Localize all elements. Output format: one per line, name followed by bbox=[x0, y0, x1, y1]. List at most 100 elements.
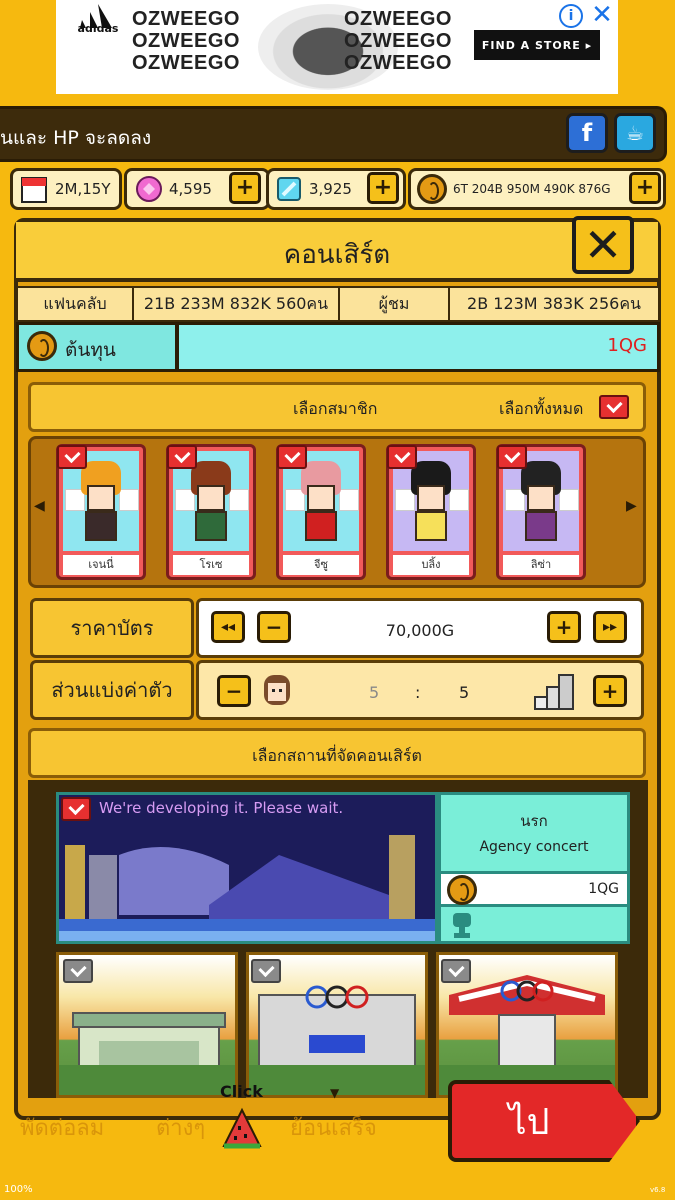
gold-value: 6T 204B 950M 490K 876G bbox=[453, 182, 611, 196]
member-checkbox[interactable] bbox=[497, 445, 527, 469]
version-label: v6.8 bbox=[650, 1186, 666, 1194]
carousel-left-arrow-icon[interactable]: ◀ bbox=[34, 498, 45, 514]
member-face bbox=[307, 485, 335, 511]
share-separator: : bbox=[415, 683, 421, 702]
viewers-value: 2B 123M 383K 256คน bbox=[448, 286, 660, 322]
member-card[interactable]: โรเซ bbox=[166, 444, 256, 580]
member-name: จีซู bbox=[283, 555, 359, 575]
member-name: โรเซ bbox=[173, 555, 249, 575]
bottom-tab-1[interactable]: พัดต่อลม bbox=[20, 1110, 104, 1145]
blue-gem-icon bbox=[277, 177, 301, 201]
page-title: คอนเสิร์ต bbox=[283, 240, 391, 270]
select-all-checkbox[interactable] bbox=[599, 395, 629, 419]
ticket-price-box: ◂◂ − 70,000G + ▸▸ bbox=[196, 598, 644, 658]
pink-gem-icon bbox=[136, 176, 162, 202]
member-select-title: เลือกสมาชิก bbox=[293, 399, 378, 418]
member-face-icon bbox=[264, 675, 290, 705]
cost-row: ต้นทุน 1QG bbox=[16, 322, 660, 372]
venue-main-card[interactable]: We're developing it. Please wait. bbox=[56, 792, 438, 944]
venue-subtitle: Agency concert bbox=[479, 839, 589, 855]
pink-gem-counter: 4,595 + bbox=[124, 168, 270, 210]
cost-label: ต้นทุน bbox=[65, 339, 116, 361]
community-button[interactable]: ☕ bbox=[614, 113, 656, 153]
member-checkbox[interactable] bbox=[167, 445, 197, 469]
venue-thumb-3[interactable] bbox=[436, 952, 618, 1098]
blue-gem-counter: 3,925 + bbox=[266, 168, 406, 210]
ad-text-right: OZWEEGO OZWEEGO OZWEEGO bbox=[344, 8, 452, 74]
date-value: 2M,15Y bbox=[55, 180, 111, 198]
close-icon: ✕ bbox=[583, 218, 623, 272]
venue-name: นรก bbox=[520, 812, 548, 830]
carousel-right-arrow-icon[interactable]: ▶ bbox=[626, 498, 637, 514]
ticket-price-label: ราคาบัตร bbox=[30, 598, 194, 658]
ticket-increase-fast-button[interactable]: ▸▸ bbox=[593, 611, 627, 643]
bottom-tab-3[interactable]: ย้อนเสร็จ bbox=[290, 1110, 377, 1145]
go-button[interactable]: ไป bbox=[448, 1080, 640, 1162]
member-card[interactable]: เจนนี่ bbox=[56, 444, 146, 580]
select-all-label: เลือกทั้งหมด bbox=[499, 399, 584, 418]
gold-counter: 6T 204B 950M 490K 876G + bbox=[408, 168, 666, 210]
venue-cost: 1QG bbox=[588, 881, 619, 897]
zoom-level: 100% bbox=[4, 1184, 33, 1195]
share-increase-button[interactable]: + bbox=[593, 675, 627, 707]
watermelon-icon bbox=[222, 1107, 262, 1149]
share-decrease-button[interactable]: − bbox=[217, 675, 251, 707]
ad-text-left: OZWEEGO OZWEEGO OZWEEGO bbox=[132, 8, 240, 74]
venue-cost-row: 1QG bbox=[441, 871, 627, 907]
ad-brand: adidas bbox=[77, 22, 119, 35]
building-icon bbox=[534, 674, 574, 710]
wing-right bbox=[339, 489, 359, 511]
member-card[interactable]: จีซู bbox=[276, 444, 366, 580]
add-pink-gem-button[interactable]: + bbox=[229, 172, 261, 204]
facebook-button[interactable]: f bbox=[566, 113, 608, 153]
venue-thumb-2-checkbox[interactable] bbox=[251, 959, 281, 983]
ad-banner[interactable]: adidas OZWEEGO OZWEEGO OZWEEGO OZWEEGO OZWE… bbox=[56, 0, 618, 94]
member-checkbox[interactable] bbox=[277, 445, 307, 469]
member-name: เจนนี่ bbox=[63, 555, 139, 575]
venue-thumb-1-checkbox[interactable] bbox=[63, 959, 93, 983]
ad-info-icon[interactable]: i bbox=[559, 4, 583, 28]
cost-label-box: ต้นทุน bbox=[19, 325, 179, 369]
venue-select-header: เลือกสถานที่จัดคอนเสิร์ต bbox=[28, 728, 646, 778]
close-button[interactable]: ✕ bbox=[572, 216, 634, 274]
ticker-text: นและ HP จะลดลง bbox=[0, 127, 152, 149]
fanclub-value: 21B 233M 832K 560คน bbox=[132, 286, 340, 322]
ticket-increase-button[interactable]: + bbox=[547, 611, 581, 643]
member-name: ลิซ่า bbox=[503, 555, 579, 575]
bottom-tab-2[interactable]: ต่างๆ bbox=[156, 1110, 205, 1145]
coin-icon bbox=[27, 331, 57, 361]
member-outfit bbox=[85, 511, 117, 541]
member-checkbox[interactable] bbox=[387, 445, 417, 469]
member-card[interactable]: บลิ้ง bbox=[386, 444, 476, 580]
member-outfit bbox=[305, 511, 337, 541]
member-checkbox[interactable] bbox=[57, 445, 87, 469]
blue-gem-value: 3,925 bbox=[309, 180, 352, 198]
member-face bbox=[417, 485, 445, 511]
member-face bbox=[197, 485, 225, 511]
find-store-button[interactable]: FIND A STORE ▸ bbox=[474, 30, 600, 60]
wing-right bbox=[119, 489, 139, 511]
title-bar: คอนเสิร์ต bbox=[16, 222, 658, 282]
member-card[interactable]: ลิซ่า bbox=[496, 444, 586, 580]
date-counter: 2M,15Y bbox=[10, 168, 122, 210]
member-face bbox=[87, 485, 115, 511]
venue-thumb-3-checkbox[interactable] bbox=[441, 959, 471, 983]
add-blue-gem-button[interactable]: + bbox=[367, 172, 399, 204]
venue-thumb-2[interactable] bbox=[246, 952, 428, 1098]
scroll-down-icon[interactable]: ▼ bbox=[330, 1086, 339, 1100]
venue-thumb-1[interactable] bbox=[56, 952, 238, 1098]
venue-checkbox[interactable] bbox=[61, 797, 91, 821]
development-notice: We're developing it. Please wait. bbox=[99, 799, 344, 817]
add-gold-button[interactable]: + bbox=[629, 172, 661, 204]
community-icon: ☕ bbox=[626, 121, 644, 145]
member-select-header: เลือกสมาชิก เลือกทั้งหมด bbox=[28, 382, 646, 432]
share-right-value: 5 bbox=[459, 683, 470, 702]
member-outfit bbox=[525, 511, 557, 541]
ad-close-icon[interactable]: ✕ bbox=[589, 2, 615, 28]
viewers-label: ผู้ชม bbox=[338, 286, 450, 322]
wing-right bbox=[449, 489, 469, 511]
coin-icon bbox=[417, 174, 447, 204]
news-ticker: นและ HP จะลดลง f ☕ bbox=[0, 106, 667, 162]
share-box: − 5 : 5 + bbox=[196, 660, 644, 720]
cost-value: 1QG bbox=[607, 335, 647, 356]
